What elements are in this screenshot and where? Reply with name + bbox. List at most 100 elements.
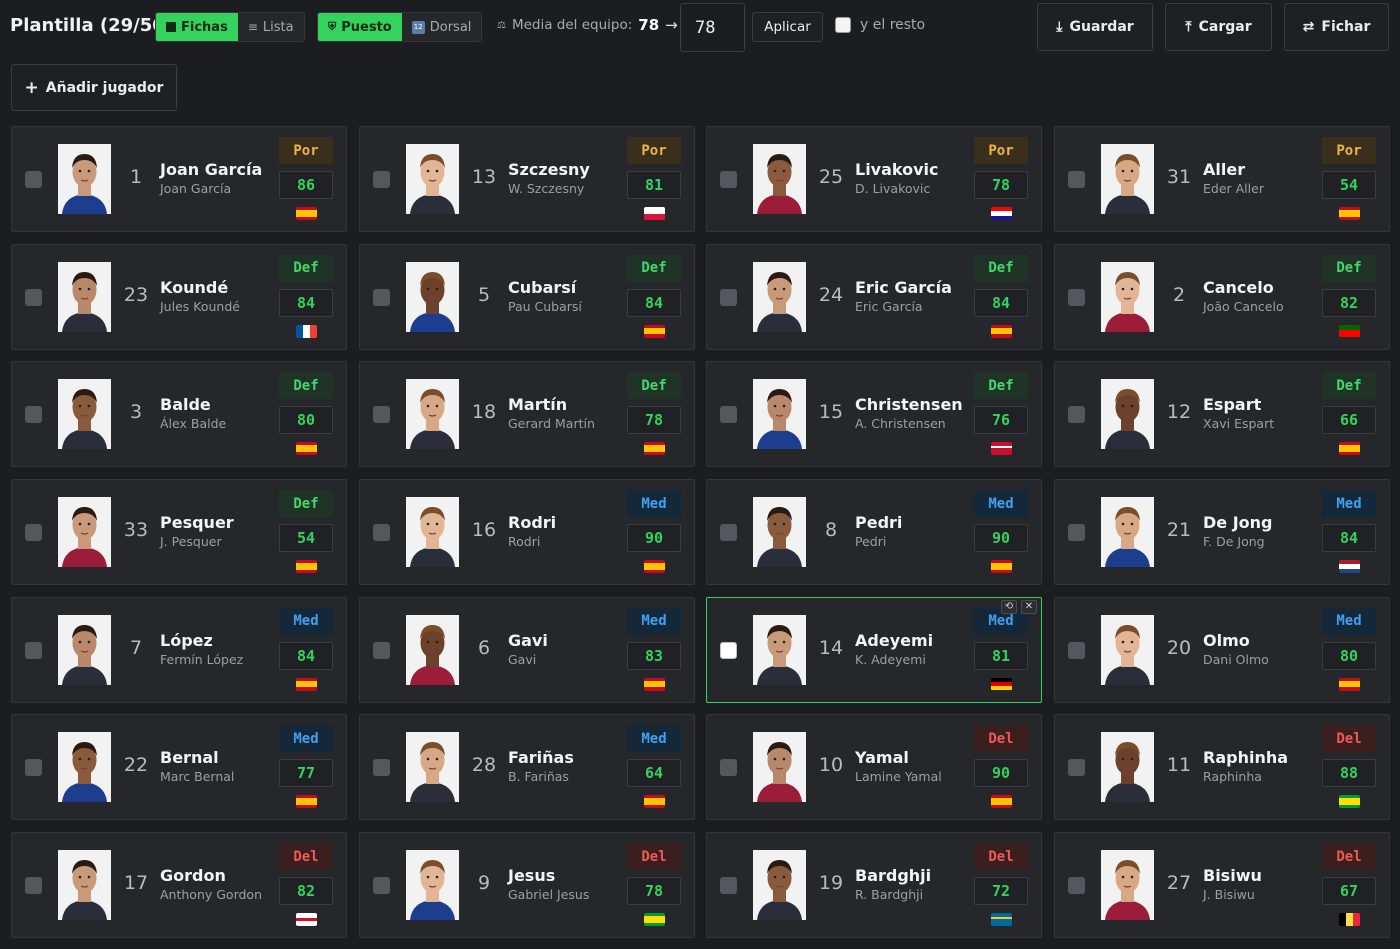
nationality-flag-icon <box>296 207 317 220</box>
player-card[interactable]: 28 Fariñas B. Fariñas Med 64 <box>359 714 695 820</box>
player-photo <box>753 261 806 332</box>
player-checkbox[interactable] <box>373 406 390 423</box>
player-card[interactable]: 13 Szczesny W. Szczesny Por 81 <box>359 126 695 232</box>
view-option-list[interactable]: ≡ Lista <box>237 13 304 41</box>
position-badge: Del <box>974 843 1028 870</box>
player-card[interactable]: 33 Pesquer J. Pesquer Def 54 <box>11 479 347 585</box>
player-full-name: Álex Balde <box>160 416 227 431</box>
player-photo <box>1101 144 1154 214</box>
player-checkbox[interactable] <box>373 524 390 541</box>
player-number: 7 <box>129 636 143 659</box>
player-photo <box>1101 497 1154 567</box>
rest-option[interactable]: y el resto <box>835 17 925 33</box>
player-checkbox[interactable] <box>25 406 42 423</box>
player-checkbox[interactable] <box>373 759 390 776</box>
player-checkbox[interactable] <box>25 288 42 306</box>
player-checkbox[interactable] <box>1068 759 1085 776</box>
overall-rating: 84 <box>627 288 681 317</box>
player-card[interactable]: 27 Bisiwu J. Bisiwu Del 67 <box>1054 832 1390 938</box>
player-checkbox[interactable] <box>25 877 42 894</box>
sort-option-position[interactable]: ⛨ Puesto <box>318 13 402 41</box>
player-card[interactable]: 17 Gordon Anthony Gordon Del 82 <box>11 832 347 938</box>
player-checkbox[interactable] <box>373 171 390 188</box>
player-checkbox[interactable] <box>25 524 42 541</box>
player-checkbox[interactable] <box>373 288 390 306</box>
player-checkbox[interactable] <box>720 171 737 188</box>
player-checkbox[interactable] <box>25 641 42 659</box>
player-checkbox[interactable] <box>1068 524 1085 541</box>
nationality-flag-icon <box>296 560 317 573</box>
player-card[interactable]: 3 Balde Álex Balde Def 80 <box>11 361 347 467</box>
player-photo <box>58 850 111 920</box>
player-card[interactable]: 15 Christensen A. Christensen Def 76 <box>706 361 1042 467</box>
target-average-input[interactable] <box>680 3 745 52</box>
position-badge: Def <box>1322 372 1376 399</box>
player-card[interactable]: 7 López Fermín López Med 84 <box>11 596 347 703</box>
sort-option-number[interactable]: 12 Dorsal <box>401 13 482 41</box>
player-card[interactable]: 9 Jesus Gabriel Jesus Del 78 <box>359 832 695 938</box>
nationality-flag-icon <box>991 442 1012 455</box>
player-checkbox[interactable] <box>1068 171 1085 188</box>
player-card[interactable]: 12 Espart Xavi Espart Def 66 <box>1054 361 1390 467</box>
nationality-flag-icon <box>1339 677 1360 691</box>
rest-checkbox[interactable] <box>835 17 851 33</box>
player-card[interactable]: 5 Cubarsí Pau Cubarsí Def 84 <box>359 243 695 350</box>
save-button[interactable]: ⤓ Guardar <box>1037 3 1153 51</box>
player-photo <box>1101 732 1154 802</box>
player-photo <box>753 144 806 214</box>
add-player-button[interactable]: + Añadir jugador <box>11 64 177 111</box>
load-button[interactable]: ⤒ Cargar <box>1165 3 1272 51</box>
player-name: Espart <box>1203 395 1262 414</box>
player-checkbox[interactable] <box>25 759 42 776</box>
player-card[interactable]: 2 Cancelo João Cancelo Def 82 <box>1054 243 1390 350</box>
player-card[interactable]: 23 Koundé Jules Koundé Def 84 <box>11 243 347 350</box>
nationality-flag-icon <box>644 207 665 220</box>
overall-rating: 84 <box>279 288 333 317</box>
player-checkbox[interactable] <box>720 641 737 659</box>
player-checkbox[interactable] <box>373 641 390 659</box>
player-checkbox[interactable] <box>25 171 42 188</box>
player-name: Pedri <box>855 513 903 532</box>
reset-icon[interactable]: ⟲ <box>1001 599 1017 614</box>
player-card[interactable]: 10 Yamal Lamine Yamal Del 90 <box>706 714 1042 820</box>
player-card[interactable]: 21 De Jong F. De Jong Med 84 <box>1054 479 1390 585</box>
player-card[interactable]: 18 Martín Gerard Martín Def 78 <box>359 361 695 467</box>
player-card[interactable]: 24 Eric García Eric García Def 84 <box>706 243 1042 350</box>
player-checkbox[interactable] <box>373 877 390 894</box>
player-checkbox[interactable] <box>720 524 737 541</box>
position-badge: Def <box>279 254 333 282</box>
player-card[interactable]: 6 Gavi Gavi Med 83 <box>359 596 695 703</box>
nationality-flag-icon <box>296 677 317 691</box>
player-card[interactable]: 11 Raphinha Raphinha Del 88 <box>1054 714 1390 820</box>
close-icon[interactable]: ✕ <box>1021 599 1037 614</box>
player-checkbox[interactable] <box>720 288 737 306</box>
player-card[interactable]: 19 Bardghji R. Bardghji Del 72 <box>706 832 1042 938</box>
player-checkbox[interactable] <box>1068 406 1085 423</box>
player-checkbox[interactable] <box>720 406 737 423</box>
player-card[interactable]: 8 Pedri Pedri Med 90 <box>706 479 1042 585</box>
player-card[interactable]: 31 Aller Eder Aller Por 54 <box>1054 126 1390 232</box>
player-card[interactable]: 14 Adeyemi K. Adeyemi Med 81 ⟲ ✕ <box>706 596 1042 703</box>
player-full-name: D. Livakovic <box>855 181 931 196</box>
player-card[interactable]: 1 Joan García Joan García Por 86 <box>11 126 347 232</box>
player-checkbox[interactable] <box>720 759 737 776</box>
nationality-flag-icon <box>991 913 1012 926</box>
player-card[interactable]: 20 Olmo Dani Olmo Med 80 <box>1054 596 1390 703</box>
player-name: Raphinha <box>1203 748 1289 767</box>
player-card[interactable]: 25 Livakovic D. Livakovic Por 78 <box>706 126 1042 232</box>
player-card[interactable]: 22 Bernal Marc Bernal Med 77 <box>11 714 347 820</box>
player-checkbox[interactable] <box>1068 641 1085 659</box>
player-checkbox[interactable] <box>720 877 737 894</box>
player-card[interactable]: 16 Rodri Rodri Med 90 <box>359 479 695 585</box>
player-number: 9 <box>477 872 491 894</box>
player-number: 5 <box>477 283 491 306</box>
player-checkbox[interactable] <box>1068 288 1085 306</box>
sign-button[interactable]: ⇄ Fichar <box>1284 3 1389 51</box>
player-checkbox[interactable] <box>1068 877 1085 894</box>
view-option-cards[interactable]: Fichas <box>156 13 238 41</box>
nationality-flag-icon <box>296 324 317 338</box>
overall-rating: 88 <box>1322 759 1376 787</box>
overall-rating: 86 <box>279 171 333 199</box>
apply-button[interactable]: Aplicar <box>752 12 823 42</box>
arrow-right-icon: → <box>665 16 678 34</box>
